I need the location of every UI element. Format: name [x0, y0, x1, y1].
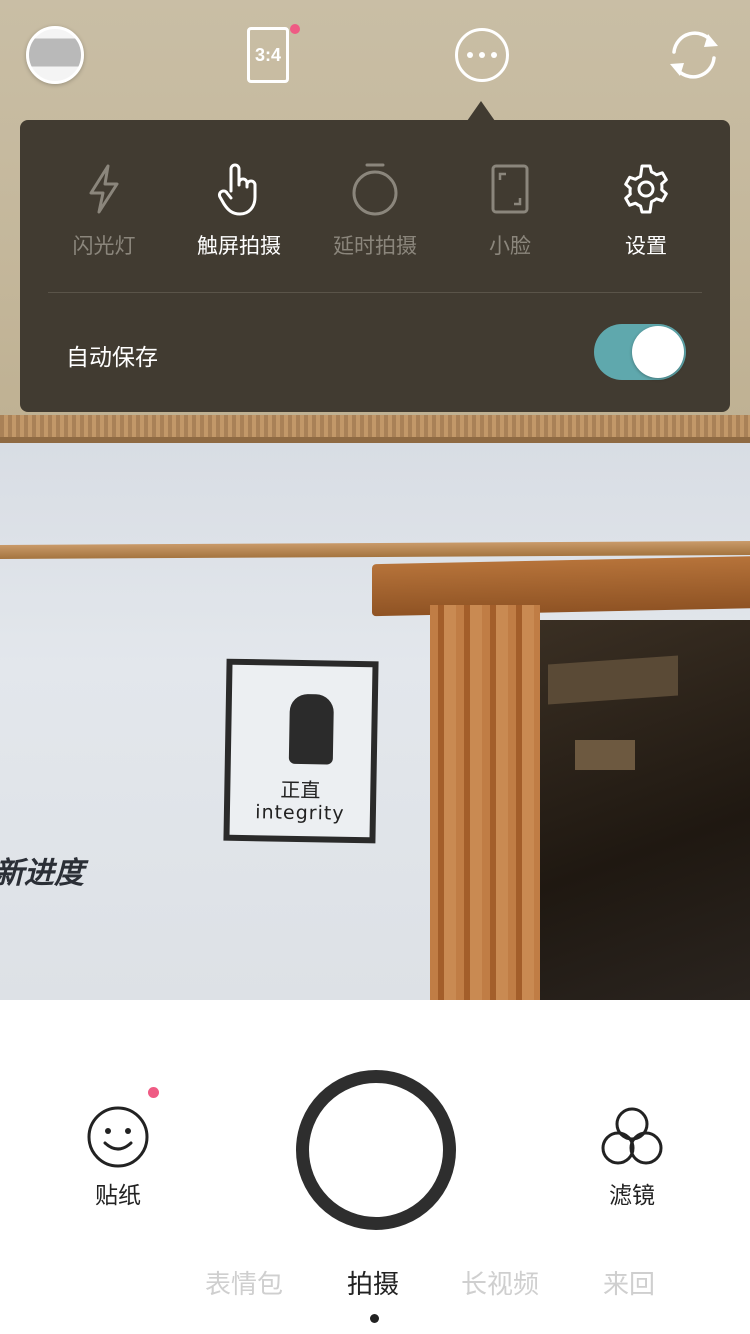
gear-icon: [624, 164, 668, 214]
small-face-button[interactable]: 小脸: [442, 156, 578, 266]
door-frame: [430, 605, 540, 1000]
poster-text-en: integrity: [255, 801, 345, 825]
small-face-icon: [491, 164, 529, 214]
settings-button[interactable]: 设置: [578, 156, 714, 266]
room-ceiling-light: [575, 740, 635, 770]
poster-text-cn: 正直: [280, 777, 321, 803]
tab-long-video[interactable]: 长视频: [461, 1264, 539, 1301]
wall-text: 新进度: [0, 856, 84, 891]
top-bar: 3:4: [0, 0, 750, 110]
sticker-label: 贴纸: [95, 1182, 141, 1208]
aspect-ratio-label: 3:4: [254, 44, 281, 65]
more-icon: [491, 52, 497, 58]
timer-icon: [352, 163, 398, 216]
new-badge-dot: [148, 1087, 159, 1098]
timer-label: 延时拍摄: [333, 235, 417, 258]
touch-shoot-button[interactable]: 触屏拍摄: [171, 156, 307, 266]
more-button[interactable]: [455, 28, 509, 82]
panel-caret: [467, 101, 495, 121]
timer-button[interactable]: 延时拍摄: [307, 156, 443, 266]
autosave-toggle[interactable]: [594, 324, 686, 380]
switch-camera-icon: [670, 31, 718, 79]
flash-button[interactable]: 闪光灯: [36, 156, 172, 266]
filter-label: 滤镜: [609, 1182, 655, 1208]
sticker-button[interactable]: 贴纸: [68, 1104, 168, 1210]
toggle-knob: [632, 326, 684, 378]
small-face-label: 小脸: [489, 235, 531, 258]
autosave-label: 自动保存: [66, 344, 158, 370]
switch-camera-button[interactable]: [664, 26, 724, 84]
flash-label: 闪光灯: [72, 235, 136, 258]
tab-photo[interactable]: 拍摄: [347, 1264, 399, 1301]
more-icon: [467, 52, 473, 58]
filter-button[interactable]: 滤镜: [582, 1104, 682, 1210]
filter-icon: [601, 1107, 663, 1165]
active-mode-indicator: [370, 1314, 379, 1323]
settings-panel: 闪光灯 触屏拍摄 延时拍摄 小脸 设置 自动保存: [20, 120, 730, 412]
shutter-button[interactable]: [296, 1070, 456, 1230]
touch-shoot-icon: [218, 163, 257, 216]
smiley-icon: [87, 1106, 149, 1168]
aspect-ratio-button[interactable]: 3:4: [247, 27, 289, 83]
tab-boomerang[interactable]: 来回: [603, 1264, 655, 1301]
touch-shoot-label: 触屏拍摄: [197, 235, 281, 258]
more-icon: [479, 52, 485, 58]
bottom-controls: 贴纸 滤镜 表情包 拍摄 长视频 来回: [0, 1000, 750, 1334]
wall-poster: 正直 integrity: [223, 658, 379, 844]
gallery-thumbnail[interactable]: [26, 26, 84, 84]
tool-row: 闪光灯 触屏拍摄 延时拍摄 小脸 设置: [20, 156, 730, 266]
crown-molding: [0, 415, 750, 443]
door-header: [372, 555, 750, 617]
flash-icon: [89, 164, 119, 214]
mode-tabs: 表情包 拍摄 长视频 来回: [0, 1264, 750, 1304]
fist-graphic: [288, 693, 334, 765]
tab-meme[interactable]: 表情包: [205, 1264, 283, 1301]
panel-divider: [48, 292, 702, 293]
new-badge-dot: [290, 24, 300, 34]
settings-label: 设置: [625, 235, 667, 258]
